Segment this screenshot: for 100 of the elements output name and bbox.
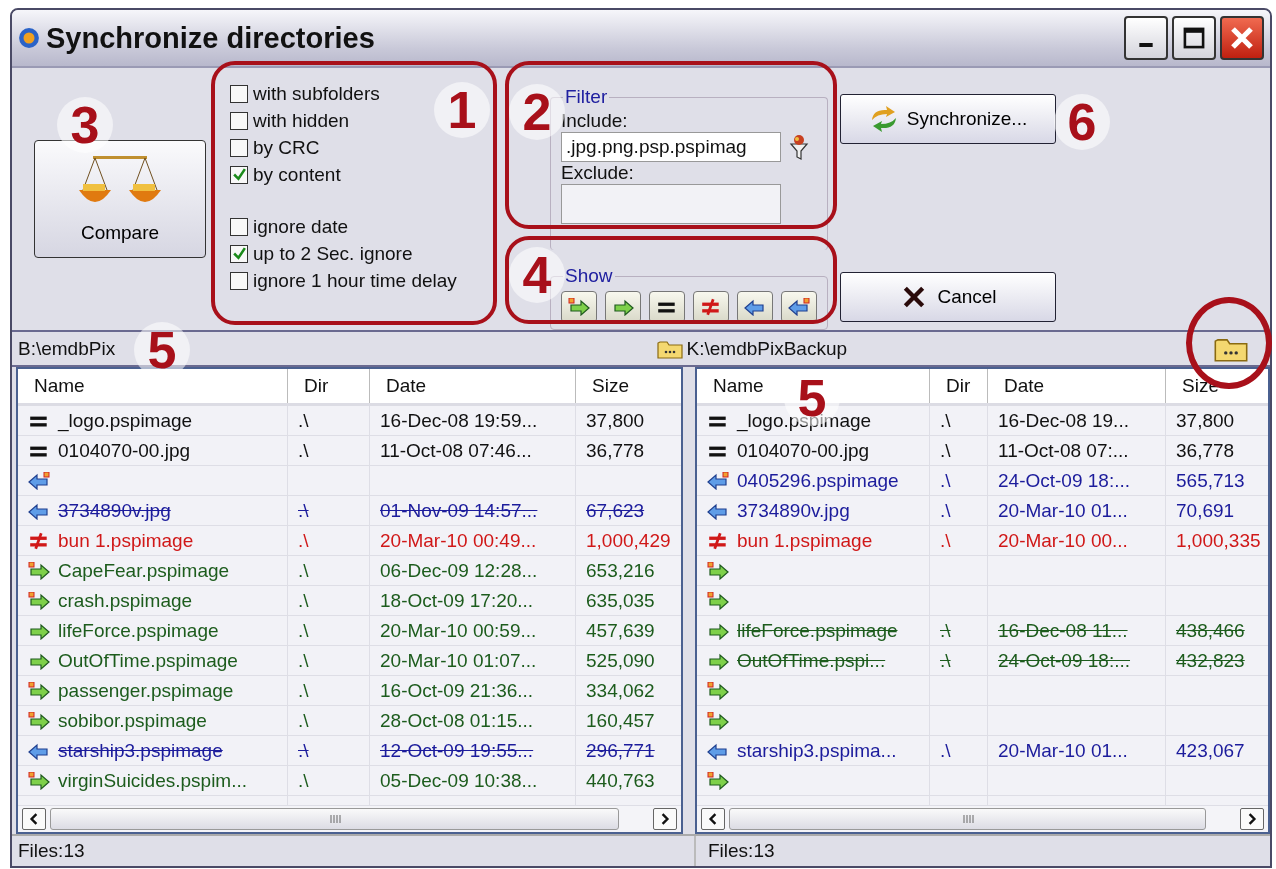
file-name: virginSuicides.pspim... <box>58 769 248 792</box>
file-row[interactable]: bun 1.pspimage .\ 20-Mar-10 00:49... 1,000,429 <box>18 526 681 556</box>
exclude-field[interactable] <box>561 184 781 224</box>
minimize-icon <box>1139 43 1153 47</box>
folder-icon <box>656 338 683 359</box>
checkmark-icon <box>231 246 247 261</box>
size-cell: 1,000,335 <box>1176 529 1261 552</box>
file-row[interactable]: 0104070-00.jpg .\ 11-Oct-08 07:46... 36,778 <box>18 436 681 466</box>
file-row[interactable]: starship3.pspimage .\ 12-Oct-09 19:55... 296,771 <box>18 736 681 766</box>
file-row[interactable]: bun 1.pspimage .\ 20-Mar-10 00... 1,000,335 <box>697 526 1268 556</box>
file-name: 3734890v.jpg <box>58 499 171 522</box>
not-equal-icon <box>28 531 50 550</box>
file-row[interactable]: passenger.pspimage .\ 16-Oct-09 21:36... 334,062 <box>18 676 681 706</box>
date-cell: 16-Oct-09 21:36... <box>380 679 534 702</box>
scroll-left-button[interactable] <box>22 808 46 830</box>
option-checkbox[interactable]: ignore 1 hour time delay <box>230 267 510 294</box>
callout-number: 3 <box>57 97 113 153</box>
file-row[interactable]: OutOfTime.pspimage .\ 20-Mar-10 01:07... 525,090 <box>18 646 681 676</box>
left-chevron-icon <box>707 813 719 825</box>
right-arrow-star-icon <box>568 297 590 316</box>
file-name: 0405296.pspimage <box>737 469 899 492</box>
file-row[interactable]: OutOfTime.pspi... .\ 24-Oct-09 18:... 432,823 <box>697 646 1268 676</box>
scroll-left-button[interactable] <box>701 808 725 830</box>
size-cell: 36,778 <box>1176 439 1235 462</box>
right-arrow-star-icon <box>707 591 729 610</box>
maximize-button[interactable] <box>1172 16 1216 60</box>
close-button[interactable] <box>1220 16 1264 60</box>
file-name: sobibor.pspimage <box>58 709 207 732</box>
option-checkbox[interactable]: up to 2 Sec. ignore <box>230 240 510 267</box>
dir-cell: .\ <box>298 559 309 582</box>
date-cell: 16-Dec-08 11... <box>998 619 1128 642</box>
filter-toggle-button[interactable] <box>649 290 685 323</box>
date-cell: 05-Dec-09 10:38... <box>380 769 538 792</box>
file-row[interactable]: 0104070-00.jpg .\ 11-Oct-08 07:... 36,778 <box>697 436 1268 466</box>
scroll-thumb[interactable] <box>50 808 619 830</box>
file-name: 3734890v.jpg <box>737 499 850 522</box>
right-arrow-icon <box>28 621 50 640</box>
grip-icon <box>961 814 974 824</box>
left-arrow-icon <box>707 741 729 760</box>
file-row[interactable]: CapeFear.pspimage .\ 06-Dec-09 12:28... 653,216 <box>18 556 681 586</box>
column-header[interactable]: Dir <box>930 369 988 403</box>
dir-cell: .\ <box>298 769 309 792</box>
minimize-button[interactable] <box>1124 16 1168 60</box>
funnel-icon[interactable] <box>789 134 809 160</box>
file-row[interactable]: 0405296.pspimage .\ 24-Oct-09 18:... 565,713 <box>697 466 1268 496</box>
file-row[interactable]: 3734890v.jpg .\ 01-Nov-09 14:57... 67,623 <box>18 496 681 526</box>
scroll-right-button[interactable] <box>653 808 677 830</box>
file-row[interactable]: lifeForce.pspimage .\ 16-Dec-08 11... 438,466 <box>697 616 1268 646</box>
file-name: lifeForce.pspimage <box>58 619 219 642</box>
left-arrow-star-icon <box>788 297 810 316</box>
callout-number: 6 <box>1054 94 1110 150</box>
file-row[interactable]: crash.pspimage .\ 18-Oct-09 17:20... 635,035 <box>18 586 681 616</box>
size-cell: 457,639 <box>586 619 655 642</box>
dir-cell: .\ <box>298 709 309 732</box>
file-row[interactable]: lifeForce.pspimage .\ 20-Mar-10 00:59... 457,639 <box>18 616 681 646</box>
filter-toggle-button[interactable] <box>693 290 729 323</box>
column-header[interactable]: Size <box>576 369 681 403</box>
filter-toggle-button[interactable] <box>561 290 597 323</box>
left-arrow-icon <box>28 741 50 760</box>
include-field[interactable]: .jpg.png.psp.pspimag <box>561 132 781 162</box>
filter-toggle-button[interactable] <box>781 290 817 323</box>
right-arrow-icon <box>707 651 729 670</box>
right-chevron-icon <box>1246 813 1258 825</box>
file-name: crash.pspimage <box>58 589 193 612</box>
file-name: OutOfTime.pspimage <box>58 649 238 672</box>
dir-cell: .\ <box>298 649 309 672</box>
file-row[interactable]: starship3.pspima... .\ 20-Mar-10 01... 423,067 <box>697 736 1268 766</box>
cancel-button[interactable]: Cancel <box>840 272 1056 322</box>
option-checkbox[interactable]: by content <box>230 161 510 188</box>
size-cell: 160,457 <box>586 709 655 732</box>
right-arrow-star-icon <box>28 771 50 790</box>
scroll-right-button[interactable] <box>1240 808 1264 830</box>
dir-cell: .\ <box>940 439 951 462</box>
column-header[interactable]: Dir <box>288 369 370 403</box>
column-header[interactable]: Date <box>988 369 1166 403</box>
date-cell: 11-Oct-08 07:46... <box>380 439 532 462</box>
right-arrow-star-icon <box>28 561 50 580</box>
column-header[interactable]: Name <box>18 369 288 403</box>
file-row[interactable]: 3734890v.jpg .\ 20-Mar-10 01... 70,691 <box>697 496 1268 526</box>
date-cell: 01-Nov-09 14:57... <box>380 499 538 522</box>
column-header[interactable]: Date <box>370 369 576 403</box>
size-cell: 70,691 <box>1176 499 1235 522</box>
synchronize-button[interactable]: Synchronize... <box>840 94 1056 144</box>
file-row[interactable]: virginSuicides.pspim... .\ 05-Dec-09 10:38... 440,763 <box>18 766 681 796</box>
size-cell: 440,763 <box>586 769 655 792</box>
right-arrow-icon <box>612 297 634 316</box>
file-row[interactable]: sobibor.pspimage .\ 28-Oct-08 01:15... 160,457 <box>18 706 681 736</box>
filter-toggle-button[interactable] <box>605 290 641 323</box>
scroll-thumb[interactable] <box>729 808 1206 830</box>
filter-toggle-button[interactable] <box>737 290 773 323</box>
right-arrow-star-icon <box>28 711 50 730</box>
dir-cell: .\ <box>298 439 309 462</box>
file-name: starship3.pspimage <box>58 739 223 762</box>
file-row[interactable]: _logo.pspimage .\ 16-Dec-08 19:59... 37,800 <box>18 406 681 436</box>
dir-cell: .\ <box>298 529 309 552</box>
date-cell: 16-Dec-08 19:59... <box>380 409 538 432</box>
file-name: bun 1.pspimage <box>58 529 194 552</box>
size-cell: 37,800 <box>1176 409 1235 432</box>
file-name: 0104070-00.jpg <box>737 439 870 462</box>
option-checkbox[interactable]: ignore date <box>230 213 510 240</box>
